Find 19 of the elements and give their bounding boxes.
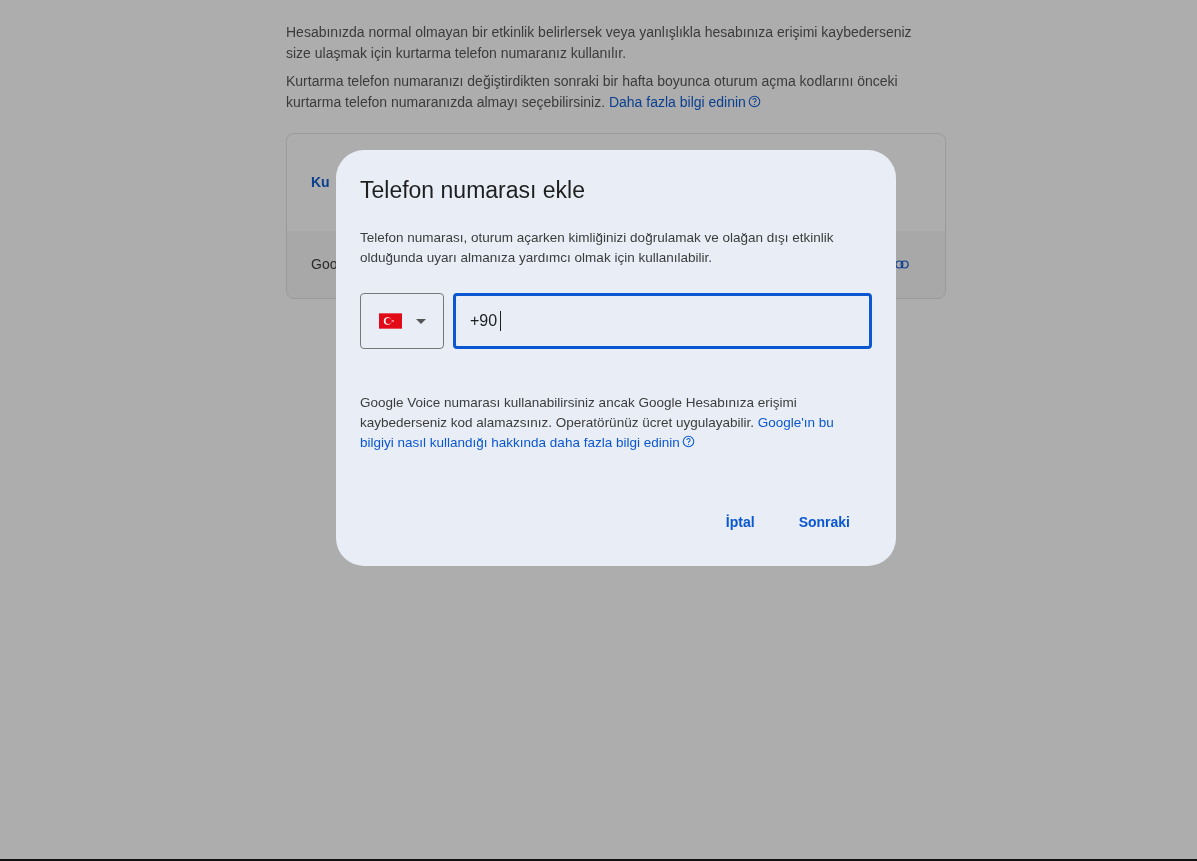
card-link[interactable]: Ku xyxy=(311,172,330,193)
info-paragraph: Hesabınızda normal olmayan bir etkinlik belirlersek veya yanlışlıkla hesabınıza erişimi kaybederseniz size ulaşmak için kurtarma telefon numaranız kullanılır. xyxy=(286,23,913,63)
caret-icon xyxy=(415,318,426,324)
country-select[interactable] xyxy=(360,293,444,349)
info-usage-link[interactable]: bilgiyi nasıl kullandığı hakkında daha fazla bilgi edinin xyxy=(360,435,695,450)
voice-note: Google Voice numarası kullanabilirsiniz ancak Google Hesabınıza erişimi kaybederseniz kod alamazsınız. Operatörünüz ücret uygulayabilir. Google'ın bu bilgiyi nasıl kullandığı hakkında daha fazla bilgi edinin xyxy=(360,394,835,452)
flag-icon xyxy=(378,313,402,329)
phone-input-field[interactable]: +90 xyxy=(453,293,872,349)
help-icon xyxy=(681,435,695,448)
card-row-text: Goo xyxy=(311,255,338,274)
learn-more-link[interactable]: Daha fazla bilgi edinin xyxy=(608,94,761,110)
info-usage-link[interactable]: Google'ın bu xyxy=(757,415,834,430)
next-button[interactable]: Sonraki xyxy=(786,504,862,540)
link-icon xyxy=(895,260,909,269)
help-icon xyxy=(747,95,761,108)
dialog-title: Telefon numarası ekle xyxy=(360,176,586,204)
cancel-button[interactable]: İptal xyxy=(713,504,767,540)
dialog-description: Telefon numarası, oturum açarken kimliğinizi doğrulamak ve olağan dışı etkinlik olduğunda uyarı almanıza yardımcı olmak için kullanılabilir. xyxy=(360,229,835,267)
info-paragraph: Kurtarma telefon numaranızı değiştirdikten sonraki bir hafta boyunca oturum açma kodlarını önceki kurtarma telefon numaranızda almayı seçebilirsiniz. Daha fazla bilgi edinin xyxy=(286,72,899,112)
